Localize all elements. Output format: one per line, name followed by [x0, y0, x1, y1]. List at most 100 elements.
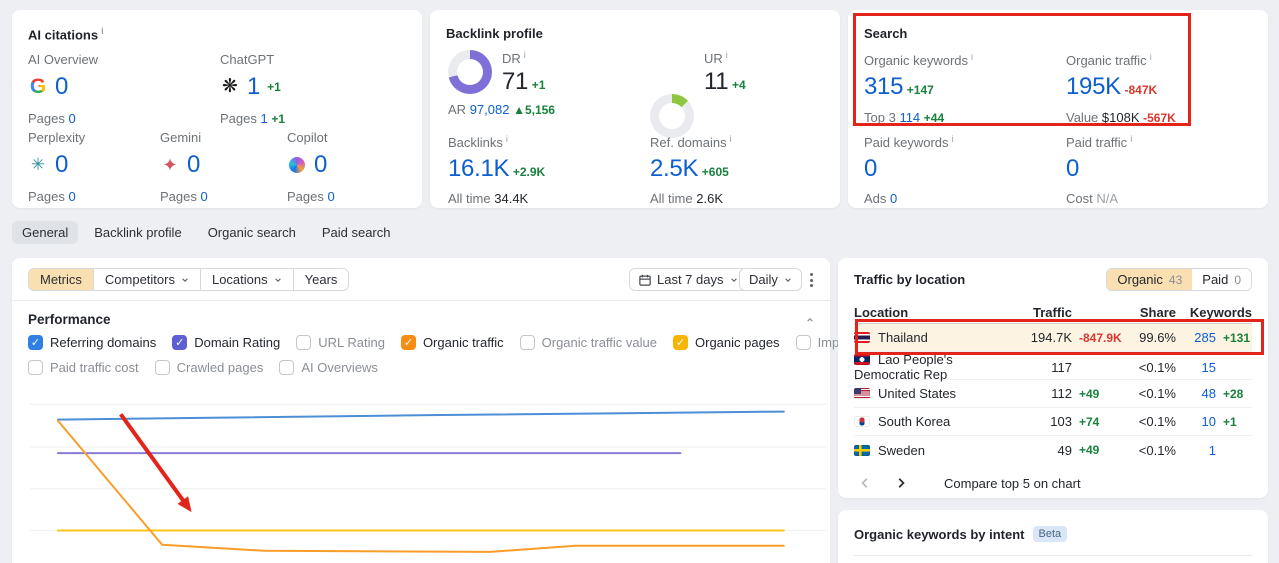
- keywords-value[interactable]: 48: [1176, 386, 1216, 401]
- table-row-thailand[interactable]: Thailand 194.7K -847.9K 99.6% 285 +131: [854, 324, 1252, 352]
- next-page-button[interactable]: [890, 472, 912, 494]
- pages-value[interactable]: 0: [69, 189, 76, 204]
- info-icon[interactable]: [101, 26, 104, 36]
- alltime-label: All time: [650, 191, 693, 207]
- competitors-filter-button[interactable]: Competitors: [92, 269, 200, 290]
- sweden-flag: [854, 444, 870, 456]
- tab-organic-search[interactable]: Organic search: [198, 221, 306, 244]
- dr-donut-chart: [448, 50, 492, 94]
- info-icon[interactable]: [1130, 134, 1132, 144]
- checkbox-crawled-pages[interactable]: Crawled pages: [154, 360, 263, 375]
- compare-top5-button[interactable]: Compare top 5 on chart: [944, 476, 1081, 491]
- checkbox-label: AI Overviews: [301, 360, 378, 375]
- ref-domains-value[interactable]: 2.5K: [650, 155, 698, 182]
- info-icon[interactable]: [1150, 52, 1152, 62]
- keywords-value[interactable]: 1: [1176, 443, 1216, 458]
- organic-traffic-value[interactable]: 195K: [1066, 73, 1121, 100]
- locations-filter-button[interactable]: Locations: [199, 269, 293, 290]
- ar-value[interactable]: 97,082: [470, 102, 510, 117]
- organic-traffic-stat: Organic traffic 195K -847K Value $108K -…: [1066, 52, 1176, 125]
- organic-toggle-segment[interactable]: Organic 43: [1107, 269, 1193, 290]
- info-icon[interactable]: [952, 134, 954, 144]
- pages-label: Pages: [160, 189, 197, 204]
- checkbox-organic-pages[interactable]: ✓ Organic pages: [673, 335, 780, 350]
- collapse-section-button[interactable]: [806, 312, 814, 327]
- checkbox-icon: ✓: [172, 335, 188, 350]
- traffic-change: +49: [1079, 386, 1100, 401]
- table-row-united-states[interactable]: United States 112 +49 <0.1% 48 +28: [854, 380, 1252, 408]
- location-table-header: Location Traffic Share Keywords: [854, 304, 1252, 324]
- info-icon[interactable]: [730, 134, 732, 144]
- tab-general[interactable]: General: [12, 221, 79, 244]
- organic-keywords-value[interactable]: 315: [864, 73, 903, 100]
- checkbox-domain-rating[interactable]: ✓ Domain Rating: [172, 335, 280, 350]
- keywords-value[interactable]: 15: [1176, 360, 1216, 375]
- years-filter-button[interactable]: Years: [292, 269, 349, 290]
- checkbox-icon: ✓: [673, 335, 688, 350]
- pages-value[interactable]: 0: [69, 111, 76, 126]
- header-traffic[interactable]: Traffic: [1010, 305, 1072, 320]
- keywords-by-intent-title-text: Organic keywords by intent: [854, 527, 1025, 542]
- info-icon[interactable]: [506, 134, 508, 144]
- filter-segmented-control: Metrics Competitors Locations Years: [28, 268, 350, 291]
- performance-chart[interactable]: [30, 384, 826, 563]
- granularity-button[interactable]: Daily: [739, 268, 802, 291]
- checkbox-paid-traffic-cost[interactable]: Paid traffic cost: [28, 360, 139, 375]
- pages-value[interactable]: 0: [201, 189, 208, 204]
- stat-value[interactable]: 0: [314, 151, 327, 179]
- table-row-sweden[interactable]: Sweden 49 +49 <0.1% 1: [854, 436, 1252, 464]
- tab-paid-search[interactable]: Paid search: [312, 221, 401, 244]
- checkbox-url-rating[interactable]: URL Rating: [296, 335, 385, 350]
- paid-traffic-value[interactable]: 0: [1066, 155, 1079, 182]
- performance-card: Metrics Competitors Locations Years Last…: [12, 258, 987, 563]
- keywords-value[interactable]: 10: [1176, 414, 1216, 429]
- more-options-button[interactable]: [802, 270, 820, 290]
- traffic-by-location-title: Traffic by location: [854, 272, 966, 287]
- granularity-label: Daily: [749, 272, 778, 287]
- paid-traffic-stat: Paid traffic 0 Cost N/A: [1066, 134, 1132, 206]
- header-share[interactable]: Share: [1122, 305, 1176, 320]
- top3-value[interactable]: 114: [899, 110, 920, 125]
- info-icon[interactable]: [726, 50, 728, 60]
- pages-value[interactable]: 0: [328, 189, 335, 204]
- competitors-label: Competitors: [104, 272, 175, 287]
- checkbox-icon: [519, 335, 535, 350]
- header-keywords[interactable]: Keywords: [1176, 305, 1252, 320]
- value-change: -567K: [1143, 111, 1176, 126]
- info-icon[interactable]: [524, 50, 526, 60]
- stat-value[interactable]: 0: [55, 73, 68, 101]
- ref-domains-change: +605: [701, 165, 729, 180]
- paid-keywords-value[interactable]: 0: [864, 155, 877, 182]
- previous-page-button[interactable]: [854, 472, 876, 494]
- pages-value[interactable]: 1: [261, 111, 268, 126]
- paid-toggle-segment[interactable]: Paid 0: [1192, 269, 1251, 290]
- backlinks-stat: Backlinks 16.1K +2.9K All time 34.4K: [448, 134, 545, 206]
- top3-label: Top 3: [864, 110, 896, 126]
- paid-traffic-label: Paid traffic: [1066, 135, 1128, 151]
- checkbox-referring-domains[interactable]: ✓ Referring domains: [28, 335, 156, 350]
- divider: [854, 555, 1252, 556]
- date-range-button[interactable]: Last 7 days: [629, 268, 748, 291]
- ref-domains-stat: Ref. domains 2.5K +605 All time 2.6K: [650, 134, 732, 206]
- traffic-change: +49: [1079, 443, 1100, 457]
- stat-value[interactable]: 0: [187, 151, 200, 179]
- metrics-filter-button[interactable]: Metrics: [29, 269, 93, 290]
- info-icon[interactable]: [971, 52, 973, 62]
- ads-value[interactable]: 0: [890, 191, 897, 206]
- dr-stat: DR 71 +1: [502, 50, 545, 96]
- metric-checkbox-row: Paid traffic cost Crawled pages AI Overv…: [28, 360, 378, 375]
- table-row-south-korea[interactable]: South Korea 103 +74 <0.1% 10 +1: [854, 408, 1252, 436]
- checkbox-ai-overviews[interactable]: AI Overviews: [279, 360, 378, 375]
- stat-value[interactable]: 1: [247, 73, 260, 101]
- backlinks-value[interactable]: 16.1K: [448, 155, 510, 182]
- checkbox-organic-traffic[interactable]: ✓ Organic traffic: [400, 335, 504, 350]
- cost-label: Cost: [1066, 191, 1093, 207]
- keywords-value[interactable]: 285: [1176, 330, 1216, 345]
- table-row-laos[interactable]: Lao People's Democratic Rep 117 <0.1% 15: [854, 352, 1252, 382]
- thailand-flag: [854, 332, 870, 343]
- stat-value[interactable]: 0: [55, 151, 68, 179]
- ur-label: UR: [704, 51, 723, 67]
- calendar-icon: [639, 274, 651, 286]
- tab-backlink-profile[interactable]: Backlink profile: [84, 221, 191, 244]
- checkbox-organic-traffic-value[interactable]: Organic traffic value: [519, 335, 657, 350]
